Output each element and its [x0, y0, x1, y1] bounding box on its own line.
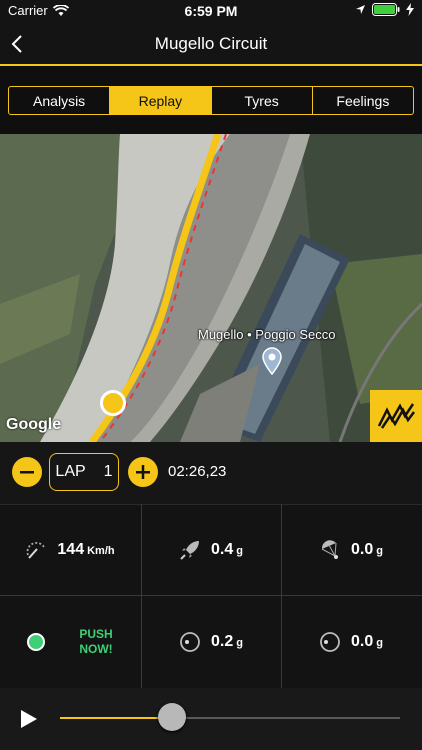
g-force-circle-icon — [180, 632, 200, 652]
lateral-g-unit: g — [236, 637, 243, 649]
page-title: Mugello Circuit — [154, 34, 268, 53]
combined-g-cell: 0.0 g — [281, 596, 421, 688]
minus-icon — [20, 471, 34, 474]
push-now-label: PUSH NOW! — [79, 627, 112, 657]
tab-feelings[interactable]: Feelings — [313, 87, 413, 114]
plus-icon — [136, 465, 150, 479]
combined-g-unit: g — [376, 637, 383, 649]
battery-icon — [372, 3, 400, 16]
speedometer-icon — [26, 542, 46, 559]
lap-label: LAP — [55, 463, 86, 480]
lap-number: 1 — [103, 463, 113, 480]
acceleration-cell: 0.4 g — [141, 504, 281, 596]
replay-progress-fill — [60, 717, 173, 719]
speed-value: 144 — [57, 541, 85, 558]
g-force-circle-icon — [320, 632, 340, 652]
replay-player — [0, 688, 422, 750]
next-lap-button[interactable] — [128, 457, 158, 487]
lateral-g-value: 0.2 — [211, 633, 234, 650]
rocket-icon — [180, 541, 199, 560]
satellite-map[interactable] — [0, 134, 422, 442]
acceleration-value: 0.4 — [211, 541, 234, 558]
navigation-bar: Mugello Circuit — [0, 22, 422, 66]
map-imagery — [0, 134, 422, 442]
replay-scrubber-track[interactable] — [60, 717, 400, 719]
push-text: PUSH — [79, 627, 113, 641]
google-attribution: Google — [6, 416, 62, 433]
segmented-tabs: Analysis Replay Tyres Feelings — [8, 86, 414, 115]
braking-value: 0.0 — [351, 541, 374, 558]
lateral-g-cell: 0.2 g — [141, 596, 281, 688]
tab-tyres[interactable]: Tyres — [212, 87, 313, 114]
braking-cell: 0.0 g — [281, 504, 421, 596]
parachute-icon — [321, 540, 338, 559]
location-icon — [356, 5, 365, 14]
play-icon[interactable] — [20, 709, 38, 729]
status-bar: Carrier 6:59 PM — [0, 0, 422, 22]
speed-cell: 144 Km/h — [0, 504, 140, 596]
replay-scrubber-thumb[interactable] — [158, 703, 187, 731]
charging-icon — [406, 3, 414, 16]
combined-g-value: 0.0 — [351, 633, 374, 650]
previous-lap-button[interactable] — [12, 457, 42, 487]
app-logo-button[interactable] — [370, 390, 422, 442]
app-logo-icon — [377, 403, 415, 429]
speed-unit: Km/h — [87, 545, 115, 557]
braking-unit: g — [376, 545, 383, 557]
lap-time: 02:26,23 — [168, 463, 227, 480]
map-pin-icon[interactable] — [262, 347, 282, 375]
map-poi-label: Mugello • Poggio Secco — [198, 327, 336, 342]
now-text: NOW! — [79, 642, 113, 656]
lap-selector[interactable]: LAP 1 — [49, 453, 119, 491]
tab-analysis[interactable]: Analysis — [9, 87, 111, 114]
driver-status-cell: PUSH NOW! — [0, 596, 140, 688]
acceleration-unit: g — [236, 545, 243, 557]
status-indicator-dot — [27, 633, 46, 651]
tab-replay[interactable]: Replay — [110, 87, 212, 114]
car-position-marker — [100, 390, 126, 416]
